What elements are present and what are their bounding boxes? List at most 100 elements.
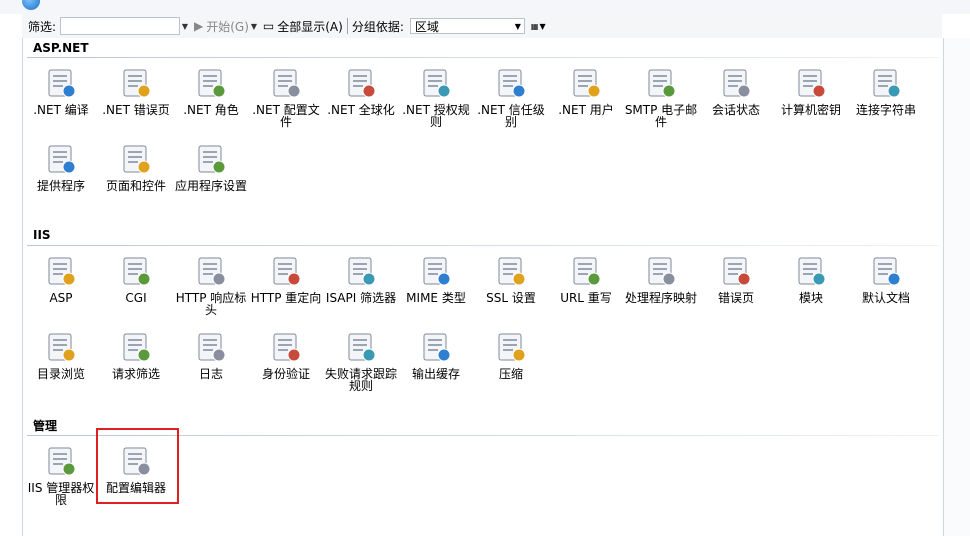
feature-item[interactable]: .NET 授权规则 xyxy=(398,66,474,128)
feature-icon xyxy=(194,254,228,288)
feature-label: 提供程序 xyxy=(36,179,85,193)
toolbar-separator xyxy=(346,18,348,34)
feature-icon xyxy=(44,66,78,100)
feature-item[interactable]: .NET 错误页 xyxy=(98,66,174,116)
feature-item[interactable]: ASP xyxy=(23,254,99,304)
right-margin xyxy=(944,38,970,536)
feature-item[interactable]: 请求筛选 xyxy=(98,330,174,380)
feature-icon xyxy=(419,330,453,364)
feature-item[interactable]: HTTP 响应标头 xyxy=(173,254,249,316)
feature-item[interactable]: 错误页 xyxy=(698,254,774,304)
start-button[interactable]: ▶ 开始(G) xyxy=(194,18,249,35)
feature-label: SMTP 电子邮件 xyxy=(624,103,698,129)
feature-item[interactable]: IIS 管理器权限 xyxy=(23,444,99,506)
feature-label: .NET 全球化 xyxy=(327,103,395,117)
feature-item[interactable]: URL 重写 xyxy=(548,254,624,304)
feature-icon xyxy=(419,254,453,288)
feature-item[interactable]: SSL 设置 xyxy=(473,254,549,304)
feature-icon xyxy=(719,66,753,100)
feature-item[interactable]: .NET 信任级别 xyxy=(473,66,549,128)
start-label: 开始(G) xyxy=(206,19,249,34)
feature-icon xyxy=(194,330,228,364)
start-icon: ▶ xyxy=(194,19,204,33)
feature-label: .NET 授权规则 xyxy=(402,103,470,129)
feature-label: 模块 xyxy=(798,291,823,305)
feature-item[interactable]: 页面和控件 xyxy=(98,142,174,192)
feature-icon xyxy=(494,66,528,100)
feature-icon xyxy=(119,142,153,176)
group-by-label: 分组依据: xyxy=(351,19,404,34)
feature-item[interactable]: 模块 xyxy=(773,254,849,304)
feature-item[interactable]: 会话状态 xyxy=(698,66,774,116)
filter-input[interactable] xyxy=(60,17,180,35)
feature-label: 默认文档 xyxy=(861,291,910,305)
filter-dropdown-icon[interactable]: ▼ xyxy=(180,18,190,34)
feature-label: URL 重写 xyxy=(560,291,612,305)
feature-label: 日志 xyxy=(198,367,223,381)
feature-item[interactable]: 身份验证 xyxy=(248,330,324,380)
feature-label: ASP xyxy=(49,291,73,305)
feature-icon xyxy=(44,330,78,364)
show-all-icon: ▭ xyxy=(262,19,275,33)
feature-icon xyxy=(269,254,303,288)
feature-item[interactable]: CGI xyxy=(98,254,174,304)
section-title-iis: IIS xyxy=(33,228,51,242)
feature-item[interactable]: 应用程序设置 xyxy=(173,142,249,192)
section-divider xyxy=(27,245,939,246)
feature-item[interactable]: ISAPI 筛选器 xyxy=(323,254,399,304)
group-by-select[interactable]: 区域 ▼ xyxy=(409,18,525,34)
feature-item[interactable]: .NET 角色 xyxy=(173,66,249,116)
show-all-label: 全部显示(A) xyxy=(277,19,343,34)
feature-item[interactable]: .NET 用户 xyxy=(548,66,624,116)
feature-icon xyxy=(494,254,528,288)
feature-item[interactable]: 日志 xyxy=(173,330,249,380)
feature-item[interactable]: 提供程序 xyxy=(23,142,99,192)
view-mode-button[interactable]: ▦ ▼ xyxy=(531,22,553,31)
feature-item[interactable]: 目录浏览 xyxy=(23,330,99,380)
feature-icon xyxy=(344,66,378,100)
feature-label: MIME 类型 xyxy=(406,291,466,305)
feature-icon xyxy=(269,66,303,100)
feature-icon xyxy=(494,330,528,364)
feature-item[interactable]: 计算机密钥 xyxy=(773,66,849,116)
feature-icon xyxy=(794,66,828,100)
feature-label: 页面和控件 xyxy=(105,179,166,193)
feature-icon xyxy=(794,254,828,288)
feature-item[interactable]: 连接字符串 xyxy=(848,66,924,116)
start-dropdown-icon[interactable]: ▼ xyxy=(249,18,259,34)
filter-toolbar: 筛选: ▼ ▶ 开始(G) ▼ ▭ 全部显示(A) 分组依据: 区域 ▼ ▦ ▼ xyxy=(22,14,942,39)
feature-label: HTTP 响应标头 xyxy=(175,291,247,317)
feature-icon xyxy=(869,254,903,288)
feature-item[interactable]: .NET 编译 xyxy=(23,66,99,116)
grid-icon: ▦ xyxy=(530,21,539,31)
feature-label: 输出缓存 xyxy=(411,367,460,381)
feature-label: .NET 用户 xyxy=(558,103,614,117)
feature-icon xyxy=(194,66,228,100)
feature-item[interactable]: .NET 全球化 xyxy=(323,66,399,116)
show-all-button[interactable]: ▭ 全部显示(A) xyxy=(263,18,343,35)
feature-item[interactable]: 压缩 xyxy=(473,330,549,380)
feature-label: 压缩 xyxy=(498,367,523,381)
feature-item[interactable]: 输出缓存 xyxy=(398,330,474,380)
feature-item[interactable]: .NET 配置文件 xyxy=(248,66,324,128)
feature-icon xyxy=(419,66,453,100)
feature-item[interactable]: MIME 类型 xyxy=(398,254,474,304)
feature-item[interactable]: SMTP 电子邮件 xyxy=(623,66,699,128)
feature-item[interactable]: 处理程序映射 xyxy=(623,254,699,304)
feature-icon xyxy=(194,142,228,176)
feature-item[interactable]: 默认文档 xyxy=(848,254,924,304)
feature-icon xyxy=(644,66,678,100)
feature-label: .NET 角色 xyxy=(183,103,239,117)
section-title-aspnet: ASP.NET xyxy=(33,41,89,55)
filter-label: 筛选: xyxy=(28,19,57,34)
group-by-value: 区域 xyxy=(414,19,439,34)
feature-icon xyxy=(569,66,603,100)
feature-label: 失败请求跟踪规则 xyxy=(324,367,397,393)
feature-label: ISAPI 筛选器 xyxy=(325,291,397,305)
feature-item[interactable]: 失败请求跟踪规则 xyxy=(323,330,399,392)
feature-label: 目录浏览 xyxy=(36,367,85,381)
feature-label: 身份验证 xyxy=(261,367,310,381)
feature-icon xyxy=(119,66,153,100)
feature-item[interactable]: HTTP 重定向 xyxy=(248,254,324,304)
feature-icon xyxy=(719,254,753,288)
